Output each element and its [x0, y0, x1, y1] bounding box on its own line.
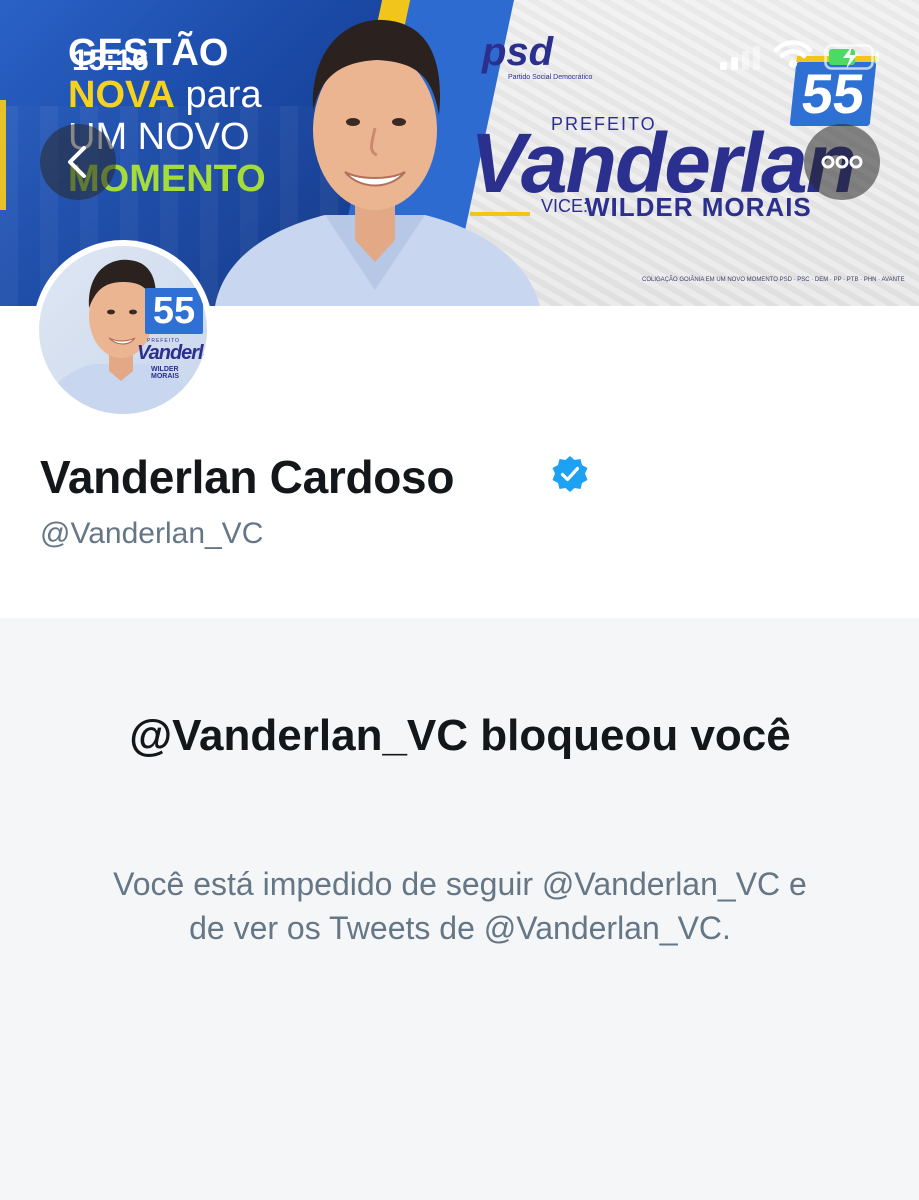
avatar-image: 55 PREFEITO Vanderlan WILDER MORAIS	[39, 246, 207, 414]
status-time: 15:16	[72, 44, 149, 77]
display-name: Vanderlan Cardoso	[40, 451, 455, 503]
profile-handle: @Vanderlan_VC	[40, 517, 264, 550]
banner-accent-line	[470, 212, 530, 216]
more-dots-icon	[821, 155, 863, 169]
party-logo: psd	[482, 30, 553, 75]
verified-badge-icon	[552, 456, 588, 492]
avatar-vice-name: WILDER MORAIS	[151, 366, 179, 380]
banner-vice-name: WILDER MORAIS	[585, 192, 812, 222]
slogan-line-2-bold: NOVA	[68, 74, 175, 116]
blocked-description: Você está impedido de seguir @Vanderlan_…	[113, 866, 807, 946]
banner-coalition: COLIGAÇÃO GOIÂNIA EM UM NOVO MOMENTO PSD…	[642, 277, 905, 283]
party-subtitle: Partido Social Democrático	[508, 74, 593, 81]
banner-office-label: PREFEITO	[551, 114, 657, 134]
avatar[interactable]: 55 PREFEITO Vanderlan WILDER MORAIS	[33, 240, 213, 420]
wifi-icon	[774, 40, 812, 68]
party-logo-text: psd	[482, 30, 554, 74]
battery-charging-icon	[824, 44, 879, 70]
back-chevron-icon	[68, 146, 86, 178]
avatar-candidate-name: Vanderlan	[137, 342, 207, 364]
banner-accent-stripe	[0, 100, 6, 210]
more-options-button[interactable]	[804, 124, 880, 200]
blocked-title: @Vanderlan_VC bloqueou você	[129, 711, 791, 760]
back-button[interactable]	[40, 124, 116, 200]
cellular-signal-icon	[720, 46, 760, 70]
avatar-number-badge: 55	[145, 288, 203, 334]
banner-vice-label: VICE:	[541, 196, 589, 216]
